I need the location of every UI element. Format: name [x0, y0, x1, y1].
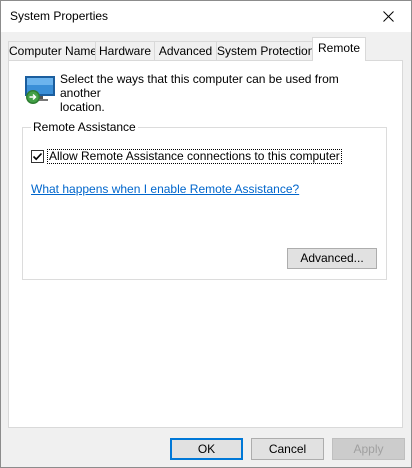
title-bar[interactable]: System Properties — [1, 1, 411, 32]
tab-remote[interactable]: Remote — [312, 37, 366, 61]
tab-system-protection[interactable]: System Protection — [216, 41, 314, 60]
cancel-button[interactable]: Cancel — [251, 438, 324, 460]
system-properties-dialog: System Properties Computer Name Hardware… — [0, 0, 412, 468]
remote-computer-icon — [25, 76, 55, 104]
ok-button[interactable]: OK — [170, 438, 243, 460]
apply-button[interactable]: Apply — [332, 438, 405, 460]
window-title: System Properties — [10, 9, 109, 23]
advanced-button[interactable]: Advanced... — [287, 248, 377, 269]
checkmark-icon — [32, 152, 43, 160]
allow-remote-assistance-label[interactable]: Allow Remote Assistance connections to t… — [47, 148, 342, 164]
close-icon — [382, 11, 394, 22]
remote-tab-panel: Select the ways that this computer can b… — [8, 60, 403, 428]
tab-advanced[interactable]: Advanced — [154, 41, 217, 60]
allow-remote-assistance-checkbox[interactable] — [31, 149, 44, 163]
remote-assistance-group: Remote Assistance Allow Remote Assistanc… — [22, 120, 387, 280]
close-button[interactable] — [365, 1, 411, 32]
intro-line-2: location. — [60, 100, 105, 114]
group-label: Remote Assistance — [31, 120, 138, 134]
intro-text: Select the ways that this computer can b… — [60, 72, 380, 114]
remote-assistance-help-link[interactable]: What happens when I enable Remote Assist… — [31, 182, 299, 196]
tab-computer-name[interactable]: Computer Name — [8, 41, 97, 60]
intro-line-1: Select the ways that this computer can b… — [60, 72, 339, 100]
tab-hardware[interactable]: Hardware — [95, 41, 155, 60]
allow-remote-assistance-row[interactable]: Allow Remote Assistance connections to t… — [31, 148, 342, 164]
